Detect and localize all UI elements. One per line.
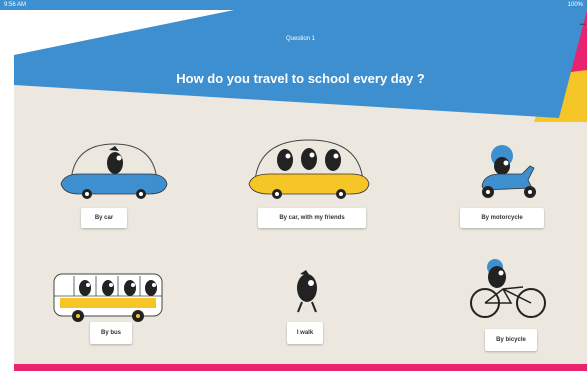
by-motorcycle-button[interactable]: By motorcycle [460, 208, 544, 228]
by-car-with-friends-button[interactable]: By car, with my friends [258, 208, 366, 228]
option-by-car[interactable]: By car [59, 136, 169, 246]
question-number: Question 1 [285, 36, 316, 42]
by-bicycle-button[interactable]: By bicycle [485, 329, 537, 351]
status-bar: 9:56 AM 100% [0, 0, 587, 10]
option-by-motorcycle[interactable]: By motorcycle [460, 136, 560, 246]
option-by-car-with-friends[interactable]: By car, with my friends [247, 136, 377, 246]
bus-icon [53, 273, 163, 322]
header-banner [14, 10, 587, 122]
by-car-button[interactable]: By car [81, 208, 127, 228]
quiz-screen: Question 1 ••• How do you travel to scho… [14, 10, 587, 371]
question-title: How do you travel to school every day ? [176, 71, 425, 86]
status-time: 9:56 AM [4, 2, 27, 8]
status-battery: 100% [567, 2, 583, 8]
car-icon [60, 143, 168, 199]
walking-icon [297, 270, 317, 313]
bottom-stripe [14, 364, 587, 371]
option-i-walk[interactable]: I walk [280, 266, 340, 366]
car-with-friends-icon [248, 139, 370, 199]
option-by-bus[interactable]: By bus [52, 266, 172, 366]
by-bus-button[interactable]: By bus [90, 322, 132, 344]
motorcycle-icon [481, 145, 536, 198]
more-menu-icon[interactable]: ••• [580, 22, 585, 28]
option-by-bicycle[interactable]: By bicycle [465, 253, 555, 363]
i-walk-button[interactable]: I walk [287, 322, 323, 344]
bicycle-icon [470, 259, 546, 318]
